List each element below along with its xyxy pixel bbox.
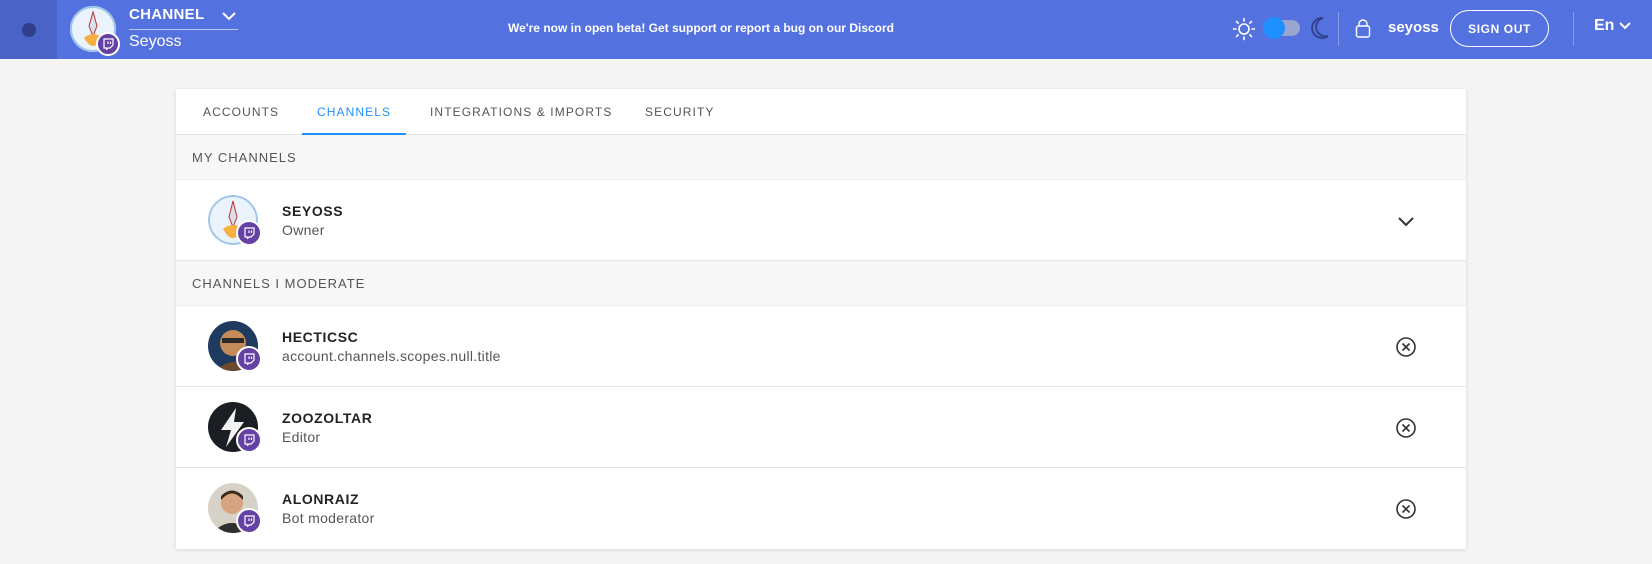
twitch-icon <box>96 32 120 56</box>
avatar <box>208 483 262 534</box>
sign-out-button[interactable]: SIGN OUT <box>1450 10 1549 47</box>
channel-label: CHANNEL <box>129 6 205 23</box>
channel-divider <box>129 29 238 30</box>
twitch-icon <box>236 346 262 372</box>
channel-row-hecticsc[interactable]: HECTICSC account.channels.scopes.null.ti… <box>176 306 1466 387</box>
chevron-down-icon[interactable] <box>1395 210 1417 232</box>
section-header-my-channels: MY CHANNELS <box>176 135 1466 180</box>
settings-tabs: ACCOUNTS CHANNELS INTEGRATIONS & IMPORTS… <box>176 89 1466 135</box>
tab-accounts[interactable]: ACCOUNTS <box>203 105 279 119</box>
tab-integrations-imports[interactable]: INTEGRATIONS & IMPORTS <box>430 105 612 119</box>
avatar <box>208 195 262 246</box>
channels-card: ACCOUNTS CHANNELS INTEGRATIONS & IMPORTS… <box>176 89 1466 549</box>
channel-name: HECTICSC <box>282 329 359 345</box>
channel-role: Editor <box>282 429 321 445</box>
channel-name: ALONRAIZ <box>282 491 360 507</box>
close-circle-icon[interactable] <box>1395 336 1417 358</box>
channel-role: Owner <box>282 222 325 238</box>
top-bar: CHANNEL Seyoss We're now in open beta! G… <box>0 0 1652 59</box>
tab-channels[interactable]: CHANNELS <box>317 105 391 119</box>
twitch-icon <box>236 508 262 534</box>
avatar <box>208 402 262 453</box>
separator <box>1573 12 1574 46</box>
channel-role: account.channels.scopes.null.title <box>282 348 501 364</box>
close-circle-icon[interactable] <box>1395 417 1417 439</box>
section-header-channels-i-moderate: CHANNELS I MODERATE <box>176 261 1466 306</box>
theme-toggle-knob <box>1263 17 1285 39</box>
language-selector[interactable]: En <box>1594 17 1632 35</box>
channel-switcher[interactable]: CHANNEL Seyoss <box>70 4 238 56</box>
username: seyoss <box>1388 19 1439 36</box>
twitch-icon <box>236 220 262 246</box>
channel-row-alonraiz[interactable]: ALONRAIZ Bot moderator <box>176 468 1466 549</box>
discord-link[interactable]: Discord <box>849 21 894 35</box>
theme-toggle[interactable] <box>1263 17 1300 39</box>
user-icon <box>1355 19 1371 38</box>
menu-icon <box>21 22 36 37</box>
channel-name: SEYOSS <box>282 203 344 219</box>
close-circle-icon[interactable] <box>1395 498 1417 520</box>
sun-icon[interactable] <box>1232 17 1256 41</box>
tab-security[interactable]: SECURITY <box>645 105 714 119</box>
language-label: En <box>1594 17 1615 34</box>
avatar <box>208 321 262 372</box>
beta-banner: We're now in open beta! Get support or r… <box>508 21 894 35</box>
channel-name: ZOOZOLTAR <box>282 410 373 426</box>
beta-text: We're now in open beta! Get support or r… <box>508 21 850 35</box>
chevron-down-icon[interactable] <box>220 9 238 23</box>
moon-icon[interactable] <box>1308 16 1330 40</box>
channel-row-zoozoltar[interactable]: ZOOZOLTAR Editor <box>176 387 1466 468</box>
channel-row-seyoss[interactable]: SEYOSS Owner <box>176 180 1466 261</box>
channel-name: Seyoss <box>129 33 182 50</box>
twitch-icon <box>236 427 262 453</box>
channel-avatar <box>70 6 120 56</box>
menu-toggle-button[interactable] <box>0 0 57 59</box>
chevron-down-icon <box>1619 22 1632 30</box>
active-tab-indicator <box>302 133 406 135</box>
separator <box>1338 12 1339 46</box>
channel-role: Bot moderator <box>282 510 375 526</box>
